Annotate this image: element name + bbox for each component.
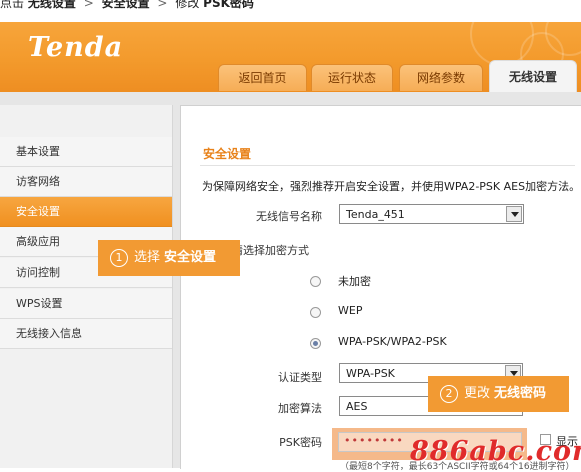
radio-wpa-label: WPA-PSK/WPA2-PSK [338,335,447,348]
section-description: 为保障网络安全，强烈推荐开启安全设置，并使用WPA2-PSK AES加密方法。 [202,180,581,193]
radio-wep-label: WEP [338,304,363,317]
callout-2-text: 更改 [464,386,491,401]
sidebar-item-basic[interactable]: 基本设置 [0,137,172,167]
ssid-label: 无线信号名称 [256,210,322,223]
callout-1-bold: 安全设置 [164,250,217,265]
callout-step-2: 2 更改 无线密码 [428,376,569,412]
sidebar-item-guest[interactable]: 访客网络 [0,167,172,197]
section-divider [200,165,575,166]
callout-step-1: 1 选择 安全设置 [98,240,240,276]
site-watermark: 886abc.com [410,436,581,467]
step-number-2: 2 [440,384,458,403]
instruction-text: 点击 无线设置 > 安全设置 > 修改 PSK密码 [0,0,254,10]
instruction-step3: PSK密码 [203,0,254,10]
callout-1-text: 选择 [134,250,161,265]
instruction-step2: 安全设置 [101,0,150,10]
instruction-step1: 无线设置 [27,0,76,10]
radio-wpa[interactable] [310,338,321,349]
instruction-sep-2: > [157,0,168,10]
auth-type-label: 认证类型 [278,371,322,384]
radio-none-label: 未加密 [338,275,371,288]
instruction-sep-1: > [83,0,94,10]
tab-home[interactable]: 返回首页 [218,64,307,91]
auth-type-value: WPA-PSK [346,367,395,380]
ssid-select[interactable]: Tenda_451 [339,204,524,224]
psk-label: PSK密码 [279,436,322,449]
algorithm-value: AES [346,400,368,413]
algorithm-label: 加密算法 [278,402,322,415]
router-header: Tenda 返回首页 运行状态 网络参数 无线设置 [0,22,581,92]
tenda-logo: Tenda [28,32,124,63]
ssid-value: Tenda_451 [346,208,405,221]
radio-none[interactable] [310,276,321,287]
encryption-label: 请选择加密方式 [232,244,309,257]
psk-password-value: •••••••• [344,434,404,447]
tab-network[interactable]: 网络参数 [399,64,483,91]
section-title: 安全设置 [203,147,252,161]
tab-wireless[interactable]: 无线设置 [489,60,577,92]
sidebar-item-security[interactable]: 安全设置 [0,197,172,227]
sidebar: 基本设置 访客网络 安全设置 高级应用 访问控制 WPS设置 无线接入信息 [0,105,173,468]
instruction-step3-prefix: 修改 [175,0,200,10]
sidebar-item-wps[interactable]: WPS设置 [0,289,172,319]
step-number-1: 1 [110,248,128,267]
callout-2-bold: 无线密码 [494,386,547,401]
tab-status[interactable]: 运行状态 [311,64,393,91]
instruction-prefix: 点击 [0,0,25,10]
radio-wep[interactable] [310,307,321,318]
sidebar-item-clients[interactable]: 无线接入信息 [0,319,172,349]
chevron-down-icon[interactable] [506,206,522,222]
